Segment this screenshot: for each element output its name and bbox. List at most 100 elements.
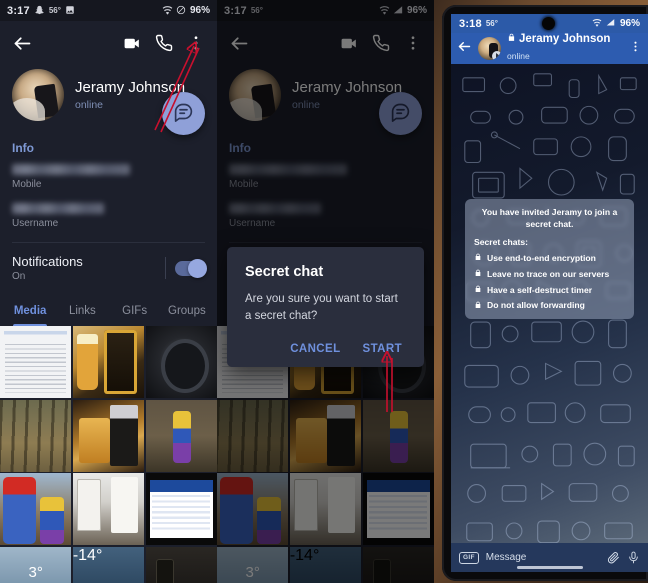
status-battery: 96% [619,18,640,29]
phone-device: 3:18 56° 96% Jeramy Johnson online You h… [442,5,648,581]
tab-media[interactable]: Media [4,296,56,326]
chat-subtitle: online [507,50,530,61]
tab-gifs[interactable]: GIFs [109,296,161,326]
chat-title-text: Jeramy Johnson [519,33,611,46]
media-thumb[interactable] [72,326,145,398]
tab-media-label: Media [13,305,47,317]
tab-links-label: Links [68,305,96,317]
video-call-icon[interactable] [121,32,143,54]
service-message-bubble: You have invited Jeramy to join a secret… [465,199,634,320]
notifications-value: On [12,271,26,282]
new-message-fab[interactable] [162,92,205,135]
media-thumb[interactable] [145,546,217,583]
tab-gifs-label: GIFs [122,305,148,317]
list-item-label: Have a self-destruct timer [487,284,593,295]
photo-icon [65,5,76,16]
phone-number-value[interactable] [12,164,130,175]
panel-secret-chat-photo: 3:18 56° 96% Jeramy Johnson online You h… [434,0,648,583]
info-section: Info Mobile Username Notifications On [0,133,217,296]
media-thumb[interactable] [0,326,72,398]
media-thumb[interactable]: -14° [72,546,145,583]
status-time: 3:18 [459,17,482,30]
list-item: Leave no trace on our servers [474,268,625,280]
media-thumb[interactable]: 560 [72,473,145,545]
list-item: Do not allow forwarding [474,299,625,311]
media-grid: 560 3° Feels like -14° [0,326,217,583]
service-message-lead: Secret chats: [474,237,528,248]
media-thumb[interactable] [145,473,217,545]
phone-screen: 3:18 56° 96% Jeramy Johnson online You h… [451,14,648,572]
wifi-icon [162,5,173,16]
navigation-pill [516,566,583,569]
overflow-menu-icon[interactable] [629,40,642,58]
status-bar: 3:17 56° 96% [0,0,217,21]
media-thumb[interactable] [145,399,217,472]
weather-temp-label: -14° [72,546,103,564]
dialog-title: Secret chat [245,264,324,280]
phone-number-label: Mobile [12,179,42,190]
weather-temp-label: 3° [28,563,43,581]
tab-groups-label: Groups [168,305,206,317]
dnd-icon [176,5,187,16]
list-item: Have a self-destruct timer [474,284,625,296]
service-message-headline: You have invited Jeramy to join a secret… [481,207,618,230]
signal-icon [606,18,617,29]
media-thumb[interactable] [0,473,72,545]
username-label: Username [12,218,59,229]
dialog-message: Are you sure you want to start a secret … [245,293,398,322]
tab-groups[interactable]: Groups [161,296,213,326]
snapchat-ghost-icon [34,5,45,16]
list-item-label: Do not allow forwarding [487,300,585,311]
tab-links[interactable]: Links [56,296,108,326]
chat-app-bar: Jeramy Johnson online [451,33,648,64]
gif-button[interactable]: GIF [459,551,479,564]
back-arrow-icon[interactable] [10,31,34,55]
info-heading: Info [12,141,34,155]
lock-icon [507,33,516,46]
status-temperature: 56° [485,19,498,28]
shared-media-tabs: Media Links GIFs Groups [0,296,217,326]
list-item-label: Use end-to-end encryption [487,253,596,264]
sign-number-label: 560 [110,486,130,517]
divider [12,242,205,243]
back-arrow-icon[interactable] [457,39,472,59]
status-temperature: 56° [48,6,61,15]
media-thumb[interactable] [145,326,217,398]
username-value[interactable] [12,203,104,214]
lock-icon [474,285,482,295]
chat-title: Jeramy Johnson [507,33,610,46]
status-battery: 96% [189,5,210,16]
message-input[interactable]: Message [486,552,600,563]
divider-vertical [165,257,166,279]
notifications-toggle[interactable] [175,258,207,278]
avatar[interactable] [478,37,501,60]
media-thumb[interactable] [0,399,72,472]
start-button[interactable]: START [363,343,402,355]
list-item-label: Leave no trace on our servers [487,268,610,279]
wifi-icon [592,18,603,29]
secret-chat-dialog: Secret chat Are you sure you want to sta… [227,247,424,368]
list-item: Use end-to-end encryption [474,252,625,264]
overflow-menu-icon[interactable] [185,32,207,54]
status-time: 3:17 [7,4,30,17]
timer-play-badge [492,51,501,60]
media-thumb[interactable]: 3° Feels like [0,546,72,583]
screenshot-stage: 3:17 56° 96% Jeramy Johnson online Info … [0,0,648,583]
avatar[interactable] [12,69,64,121]
camera-punch-hole [541,17,555,30]
media-thumb[interactable] [72,399,145,472]
lock-icon [474,269,482,279]
microphone-icon[interactable] [627,551,640,564]
notifications-label: Notifications [12,254,83,269]
lock-icon [474,253,482,263]
phone-call-icon[interactable] [153,32,175,54]
lock-icon [474,301,482,311]
notifications-row[interactable]: Notifications On [12,254,207,294]
app-bar [0,21,217,65]
paperclip-icon[interactable] [607,551,620,564]
secret-chat-feature-list: Use end-to-end encryption Leave no trace… [474,252,625,311]
panel-profile: 3:17 56° 96% Jeramy Johnson online Info … [0,0,217,583]
page-title: Jeramy Johnson [75,79,186,97]
message-bubble-icon [173,101,194,127]
cancel-button[interactable]: CANCEL [290,343,340,355]
